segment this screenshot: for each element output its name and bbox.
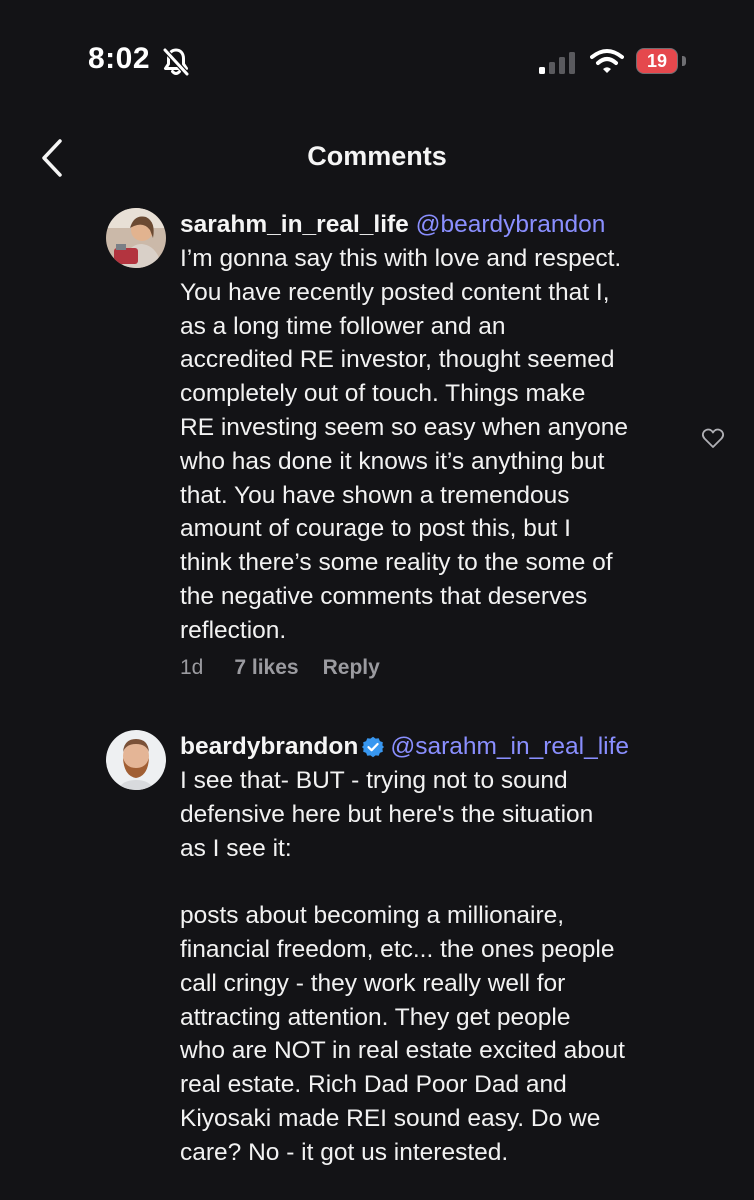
comment-mention[interactable]: @beardybrandon [416,211,606,238]
comment-text: I see that- BUT - trying not to sound de… [180,767,625,1166]
comment-header: sarahm_in_real_life @beardybrandon [180,208,605,242]
comment-username[interactable]: sarahm_in_real_life [180,211,409,238]
verified-badge-icon [362,736,385,758]
comment-username[interactable]: beardybrandon [180,733,358,760]
heart-icon[interactable] [701,427,725,449]
signal-icon [539,52,575,74]
comment-header: beardybrandon @sarahm_in_real_life [180,730,629,764]
avatar[interactable] [106,208,166,268]
comment-text: I’m gonna say this with love and respect… [180,245,629,644]
status-bar: 8:02 19 [0,0,754,110]
comment-mention[interactable]: @sarahm_in_real_life [390,733,629,760]
page-title: Comments [307,141,447,171]
avatar-photo-icon [106,208,166,268]
wifi-icon [590,49,624,73]
battery-icon: 19 [636,48,678,74]
comment-time: 1d [180,656,204,679]
comment-meta: 1d 7 likes Reply [180,656,380,680]
battery-cap [682,56,686,66]
avatar[interactable] [106,730,166,790]
battery-level: 19 [646,50,668,71]
comment-likes-link[interactable]: 7 likes [234,656,298,680]
status-time: 8:02 [88,42,151,75]
bell-slash-icon [163,48,189,76]
avatar-photo-icon [106,730,166,790]
reply-button[interactable]: Reply [323,656,380,680]
